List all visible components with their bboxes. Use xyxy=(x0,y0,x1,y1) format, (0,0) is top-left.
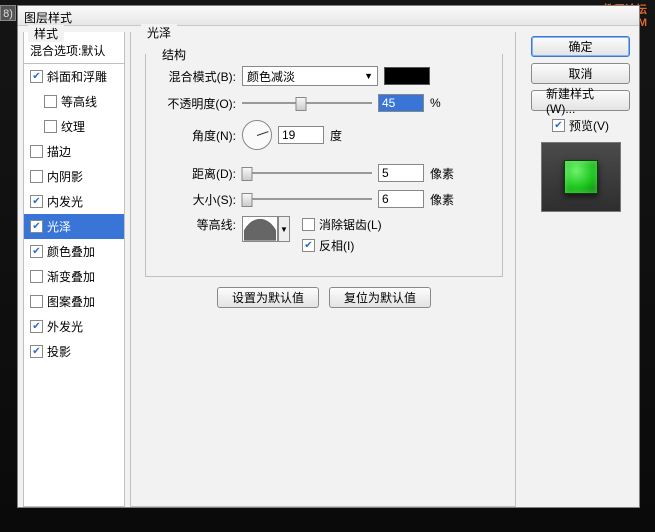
size-label: 大小(S): xyxy=(158,191,236,208)
size-slider[interactable] xyxy=(242,192,372,206)
ok-button[interactable]: 确定 xyxy=(531,36,630,57)
style-item-label: 内阴影 xyxy=(47,168,83,185)
checkbox-icon: ✔ xyxy=(552,119,565,132)
angle-unit: 度 xyxy=(330,127,342,144)
contour-label: 等高线: xyxy=(158,216,236,233)
preview-well xyxy=(541,142,621,212)
style-item-label: 内发光 xyxy=(47,193,83,210)
style-item-label: 光泽 xyxy=(47,218,71,235)
effect-title: 光泽 xyxy=(141,24,177,41)
contour-dropdown[interactable]: ▼ xyxy=(278,216,290,242)
set-default-button[interactable]: 设置为默认值 xyxy=(217,287,319,308)
blend-mode-value: 颜色减淡 xyxy=(247,68,295,85)
distance-label: 距离(D): xyxy=(158,165,236,182)
size-unit: 像素 xyxy=(430,191,454,208)
new-style-button[interactable]: 新建样式(W)... xyxy=(531,90,630,111)
style-item-1[interactable]: ✔ 等高线 xyxy=(24,89,124,114)
style-item-2[interactable]: ✔ 纹理 xyxy=(24,114,124,139)
blend-options-label: 混合选项:默认 xyxy=(30,42,105,59)
checkbox-icon: ✔ xyxy=(30,145,43,158)
styles-header: 样式 xyxy=(28,25,64,42)
style-item-label: 图案叠加 xyxy=(47,293,95,310)
style-item-0[interactable]: ✔ 斜面和浮雕 xyxy=(24,64,124,89)
style-item-7[interactable]: ✔ 颜色叠加 xyxy=(24,239,124,264)
style-item-10[interactable]: ✔ 外发光 xyxy=(24,314,124,339)
checkbox-icon: ✔ xyxy=(30,320,43,333)
preview-label: 预览(V) xyxy=(569,117,609,134)
opacity-unit: % xyxy=(430,96,441,110)
checkbox-icon: ✔ xyxy=(30,70,43,83)
distance-input[interactable]: 5 xyxy=(378,164,424,182)
size-input[interactable]: 6 xyxy=(378,190,424,208)
checkbox-icon: ✔ xyxy=(44,95,57,108)
style-item-label: 投影 xyxy=(47,343,71,360)
style-item-label: 纹理 xyxy=(61,118,85,135)
style-item-11[interactable]: ✔ 投影 xyxy=(24,339,124,364)
style-item-9[interactable]: ✔ 图案叠加 xyxy=(24,289,124,314)
preview-swatch xyxy=(564,160,598,194)
style-item-3[interactable]: ✔ 描边 xyxy=(24,139,124,164)
antialias-label: 消除锯齿(L) xyxy=(319,216,382,233)
opacity-label: 不透明度(O): xyxy=(158,95,236,112)
checkbox-icon: ✔ xyxy=(44,120,57,133)
contour-picker[interactable] xyxy=(242,216,278,242)
style-item-label: 外发光 xyxy=(47,318,83,335)
color-swatch[interactable] xyxy=(384,67,430,85)
checkbox-icon: ✔ xyxy=(302,218,315,231)
checkbox-icon: ✔ xyxy=(30,220,43,233)
opacity-input[interactable]: 45 xyxy=(378,94,424,112)
style-item-label: 等高线 xyxy=(61,93,97,110)
preview-checkbox[interactable]: ✔ 预览(V) xyxy=(531,117,630,134)
checkbox-icon: ✔ xyxy=(30,295,43,308)
blend-mode-label: 混合模式(B): xyxy=(158,68,236,85)
style-item-label: 渐变叠加 xyxy=(47,268,95,285)
styles-panel: 样式 混合选项:默认 ✔斜面和浮雕✔等高线✔纹理✔描边✔内阴影✔内发光✔光泽✔颜… xyxy=(23,32,125,507)
checkbox-icon: ✔ xyxy=(302,239,315,252)
distance-unit: 像素 xyxy=(430,165,454,182)
checkbox-icon: ✔ xyxy=(30,170,43,183)
window-tag: 8) xyxy=(0,5,16,21)
style-item-label: 斜面和浮雕 xyxy=(47,68,107,85)
reset-default-button[interactable]: 复位为默认值 xyxy=(329,287,431,308)
checkbox-icon: ✔ xyxy=(30,345,43,358)
style-item-8[interactable]: ✔ 渐变叠加 xyxy=(24,264,124,289)
angle-label: 角度(N): xyxy=(158,127,236,144)
style-item-5[interactable]: ✔ 内发光 xyxy=(24,189,124,214)
antialias-checkbox[interactable]: ✔ 消除锯齿(L) xyxy=(302,216,382,233)
structure-title: 结构 xyxy=(156,46,192,63)
checkbox-icon: ✔ xyxy=(30,270,43,283)
opacity-slider[interactable] xyxy=(242,96,372,110)
cancel-button[interactable]: 取消 xyxy=(531,63,630,84)
angle-dial[interactable] xyxy=(242,120,272,150)
style-item-label: 颜色叠加 xyxy=(47,243,95,260)
structure-group: 结构 混合模式(B): 颜色减淡 ▼ 不透明度(O): xyxy=(145,54,503,277)
invert-label: 反相(I) xyxy=(319,237,354,254)
blend-mode-dropdown[interactable]: 颜色减淡 ▼ xyxy=(242,66,378,86)
layer-style-dialog: 图层样式 样式 混合选项:默认 ✔ 斜面和浮雕 ✔ 等高线 ✔ 纹理 ✔ 描边 ✔ 内阴影 ✔ 内发光… xyxy=(17,5,640,508)
dialog-title: 图层样式 xyxy=(24,11,72,25)
checkbox-icon: ✔ xyxy=(30,245,43,258)
checkbox-icon: ✔ xyxy=(30,195,43,208)
style-item-label: 描边 xyxy=(47,143,71,160)
dialog-titlebar[interactable]: 图层样式 xyxy=(18,6,639,26)
distance-slider[interactable] xyxy=(242,166,372,180)
chevron-down-icon: ▼ xyxy=(364,71,373,81)
style-item-6[interactable]: ✔ 光泽 xyxy=(24,214,124,239)
angle-input[interactable]: 19 xyxy=(278,126,324,144)
invert-checkbox[interactable]: ✔ 反相(I) xyxy=(302,237,382,254)
style-item-4[interactable]: ✔ 内阴影 xyxy=(24,164,124,189)
